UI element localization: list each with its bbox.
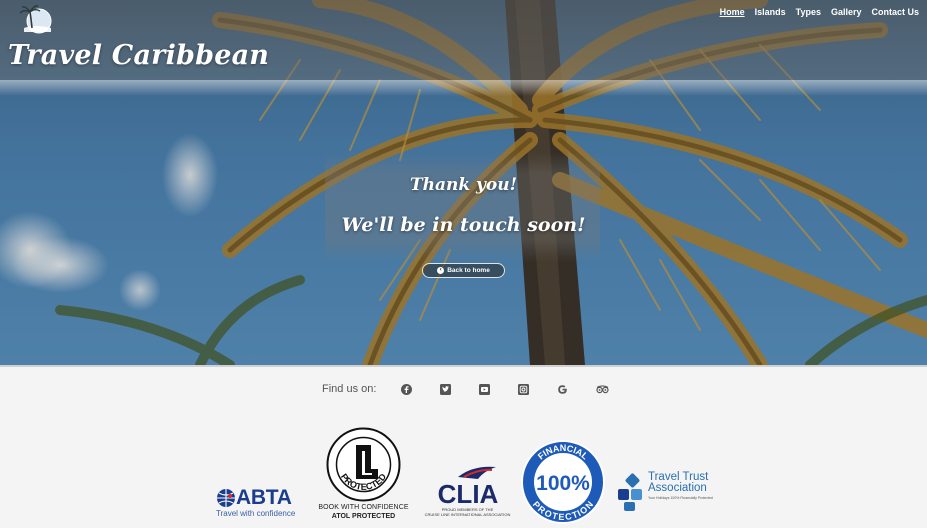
atol-seal-icon: PROTECTED [326, 427, 401, 502]
site-title[interactable]: Travel Caribbean [8, 40, 269, 71]
tta-small-text: Your Holidays 100% Financially Protected [648, 496, 713, 500]
tripadvisor-icon[interactable] [595, 382, 609, 396]
instagram-icon[interactable] [516, 382, 530, 396]
abta-logo[interactable]: ABTA Travel with confidence [216, 486, 306, 526]
hero-banner: Travel Caribbean Home Islands Types Gall… [0, 0, 927, 365]
thank-you-heading: Thank you! [409, 175, 518, 195]
clia-subtitle-2: CRUISE LINE INTERNATIONAL ASSOCIATION [424, 512, 511, 517]
tta-shapes-icon [618, 473, 642, 511]
youtube-icon[interactable] [477, 382, 491, 396]
clia-title: CLIA [437, 479, 498, 507]
financial-percent: 100% [536, 472, 590, 495]
atol-caption-2: ATOL PROTECTED [331, 513, 396, 520]
nav-types[interactable]: Types [796, 7, 821, 17]
abta-subtitle: Travel with confidence [216, 509, 296, 518]
abta-title: ABTA [236, 486, 292, 509]
tta-line-2: Association [648, 482, 707, 494]
nav-gallery[interactable]: Gallery [831, 7, 862, 17]
abta-globe-icon [217, 489, 235, 507]
clia-logo[interactable]: CLIA PROUD MEMBERS OF THE CRUISE LINE IN… [420, 463, 515, 525]
main-nav: Home Islands Types Gallery Contact Us [720, 7, 919, 17]
travel-trust-association-logo[interactable]: Travel Trust Association Your Holidays 1… [616, 471, 716, 524]
find-us-label: Find us on: [322, 383, 377, 395]
financial-protection-seal-icon: FINANCIAL PROTECTION 100% [521, 440, 605, 524]
back-to-home-label: Back to home [447, 267, 490, 274]
nav-islands[interactable]: Islands [755, 7, 786, 17]
atol-caption-1: BOOK WITH CONFIDENCE [318, 504, 409, 511]
back-to-home-button[interactable]: ‹ Back to home [422, 263, 505, 278]
nav-home[interactable]: Home [720, 7, 745, 17]
facebook-icon[interactable] [399, 382, 413, 396]
clia-ship-icon: CLIA [437, 466, 498, 507]
arrow-left-icon: ‹ [437, 267, 445, 274]
message-panel [325, 152, 600, 262]
atol-logo[interactable]: PROTECTED BOOK WITH CONFIDENCE ATOL PROT… [316, 427, 411, 527]
financial-protection-logo[interactable]: FINANCIAL PROTECTION 100% [520, 439, 606, 525]
twitter-icon[interactable] [438, 382, 452, 396]
section-divider [0, 365, 927, 367]
google-icon[interactable] [555, 382, 569, 396]
in-touch-message: We'll be in touch soon! [341, 214, 586, 236]
nav-contact-us[interactable]: Contact Us [871, 7, 919, 17]
logo-icon[interactable] [18, 4, 52, 34]
